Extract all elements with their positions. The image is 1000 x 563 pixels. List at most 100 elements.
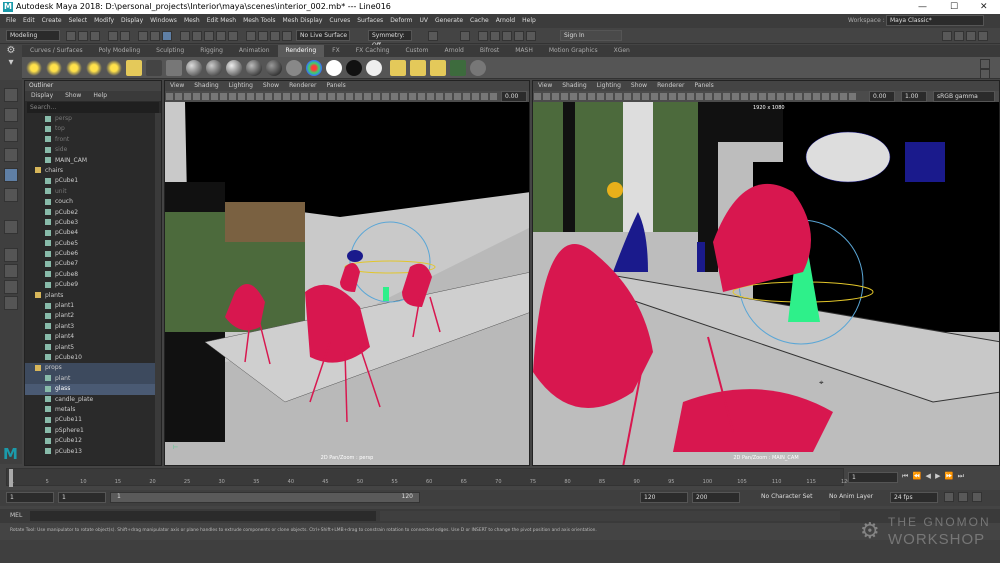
surface-shader-icon[interactable]: [266, 60, 282, 76]
menu-mesh-display[interactable]: Mesh Display: [283, 17, 323, 24]
viewport-persp-exposure-field[interactable]: 0.00: [501, 91, 527, 102]
menu-modify[interactable]: Modify: [94, 17, 114, 24]
playback-controls[interactable]: ⏮ ⏪ ◀ ▶ ⏩ ⏭: [902, 472, 998, 483]
outliner-item[interactable]: pCube4: [25, 228, 161, 238]
viewport-menu-show[interactable]: Show: [631, 82, 647, 89]
volume-light-icon[interactable]: [126, 60, 142, 76]
outliner-item[interactable]: pCube1: [25, 176, 161, 186]
outliner-item[interactable]: pCube6: [25, 249, 161, 259]
outliner-item[interactable]: pSphere1: [25, 426, 161, 436]
menu-mesh-tools[interactable]: Mesh Tools: [243, 17, 275, 24]
outliner-item[interactable]: top: [25, 124, 161, 134]
camera-aim-icon[interactable]: [166, 60, 182, 76]
outliner-persp-layout-icon[interactable]: [4, 296, 18, 310]
outliner-item[interactable]: plant: [25, 373, 161, 385]
shelf-scroll-down-icon[interactable]: [980, 69, 990, 79]
outliner-item[interactable]: pCube12: [25, 436, 161, 446]
toggle-attribute-editor-icon[interactable]: [954, 31, 964, 41]
shelf-tab-sculpting[interactable]: Sculpting: [148, 45, 192, 57]
outliner-item[interactable]: glass: [25, 384, 161, 395]
menu-curves[interactable]: Curves: [329, 17, 350, 24]
viewport-main-cam-colorspace-select[interactable]: sRGB gamma: [933, 91, 995, 102]
outliner-item[interactable]: plant1: [25, 301, 161, 311]
shelf-tab-fx[interactable]: FX: [324, 45, 348, 57]
outliner-item[interactable]: plant5: [25, 343, 161, 353]
outliner-scrollbar[interactable]: [155, 113, 161, 465]
outliner-item[interactable]: couch: [25, 197, 161, 207]
auto-key-icon[interactable]: [958, 492, 968, 502]
outliner-item[interactable]: chairs: [25, 166, 161, 176]
shelf-tab-poly-modeling[interactable]: Poly Modeling: [91, 45, 149, 57]
outliner-item[interactable]: plant2: [25, 311, 161, 321]
shelf-tab-animation[interactable]: Animation: [231, 45, 278, 57]
hypershade-shelf-icon[interactable]: [450, 60, 466, 76]
viewport-main-cam[interactable]: View Shading Lighting Show Renderer Panels 0.…: [532, 80, 1000, 466]
shelf-tab-arnold[interactable]: Arnold: [436, 45, 471, 57]
shelf-tab-rigging[interactable]: Rigging: [192, 45, 231, 57]
outliner-item[interactable]: plant3: [25, 322, 161, 332]
shelf-scroll-up-icon[interactable]: [980, 59, 990, 69]
aistandard-icon[interactable]: [366, 60, 382, 76]
uv-editor-icon[interactable]: [514, 31, 524, 41]
blinn-material-icon[interactable]: [186, 60, 202, 76]
outliner-item[interactable]: side: [25, 145, 161, 155]
outliner-item[interactable]: persp: [25, 114, 161, 124]
toggle-channel-box-icon[interactable]: [978, 31, 988, 41]
menu-edit-mesh[interactable]: Edit Mesh: [207, 17, 236, 24]
outliner-item[interactable]: pCube11: [25, 415, 161, 425]
ipr-render-icon[interactable]: [270, 31, 280, 41]
viewport-menu-renderer[interactable]: Renderer: [657, 82, 684, 89]
outliner-item[interactable]: pCube10: [25, 353, 161, 363]
shelf-tab-motion-graphics[interactable]: Motion Graphics: [541, 45, 606, 57]
scene-start-field[interactable]: 1: [6, 492, 54, 503]
outliner-item[interactable]: props: [25, 363, 161, 374]
render-settings-shelf-icon[interactable]: [430, 60, 446, 76]
outliner-item[interactable]: pCube7: [25, 259, 161, 269]
outliner-item[interactable]: pCube3: [25, 218, 161, 228]
redo-icon[interactable]: [120, 31, 130, 41]
phong-material-icon[interactable]: [226, 60, 242, 76]
viewport-menu-lighting[interactable]: Lighting: [229, 82, 253, 89]
snap-surface-icon[interactable]: [228, 31, 238, 41]
sign-in-button[interactable]: Sign In: [560, 30, 622, 41]
shelf-tab-bifrost[interactable]: Bifrost: [472, 45, 507, 57]
render-settings-icon[interactable]: [282, 31, 292, 41]
outliner-item[interactable]: MAIN_CAM: [25, 156, 161, 166]
live-surface-field[interactable]: No Live Surface: [296, 30, 350, 41]
four-view-layout-icon[interactable]: [4, 264, 18, 278]
range-slider[interactable]: 1 120: [110, 492, 420, 503]
select-component-icon[interactable]: [162, 31, 172, 41]
outliner-menu-show[interactable]: Show: [65, 92, 81, 99]
minimize-button[interactable]: —: [918, 0, 927, 14]
outliner-item[interactable]: metals: [25, 405, 161, 415]
shelf-tab-fx-caching[interactable]: FX Caching: [348, 45, 398, 57]
render-view-icon[interactable]: [478, 31, 488, 41]
ambient-light-icon[interactable]: [26, 60, 42, 76]
move-tool-icon[interactable]: [4, 148, 18, 162]
menu-file[interactable]: File: [6, 17, 16, 24]
snap-grid-icon[interactable]: [180, 31, 190, 41]
directional-light-icon[interactable]: [46, 60, 62, 76]
outliner-item[interactable]: unit: [25, 187, 161, 197]
ramp-shader-icon[interactable]: [306, 60, 322, 76]
camera-icon[interactable]: [146, 60, 162, 76]
shelf-tab-custom[interactable]: Custom: [397, 45, 436, 57]
undo-icon[interactable]: [108, 31, 118, 41]
select-hierarchy-icon[interactable]: [138, 31, 148, 41]
shelf-tab-mash[interactable]: MASH: [507, 45, 541, 57]
toggle-modeling-toolkit-icon[interactable]: [942, 31, 952, 41]
render-icon[interactable]: [390, 60, 406, 76]
menu-cache[interactable]: Cache: [470, 17, 489, 24]
menu-edit[interactable]: Edit: [23, 17, 35, 24]
time-slider-track[interactable]: 1510152025303540455055606570758085909510…: [6, 468, 851, 487]
two-side-by-side-layout-icon[interactable]: [4, 280, 18, 294]
toggle-tool-settings-icon[interactable]: [966, 31, 976, 41]
outliner-item[interactable]: pCube2: [25, 208, 161, 218]
workspace-select[interactable]: Maya Classic*: [886, 15, 984, 26]
viewport-menu-panels[interactable]: Panels: [694, 82, 713, 89]
scale-tool-icon[interactable]: [4, 188, 18, 202]
layered-shader-icon[interactable]: [286, 60, 302, 76]
viewport-menu-lighting[interactable]: Lighting: [597, 82, 621, 89]
close-button[interactable]: ✕: [980, 0, 988, 14]
save-scene-icon[interactable]: [90, 31, 100, 41]
